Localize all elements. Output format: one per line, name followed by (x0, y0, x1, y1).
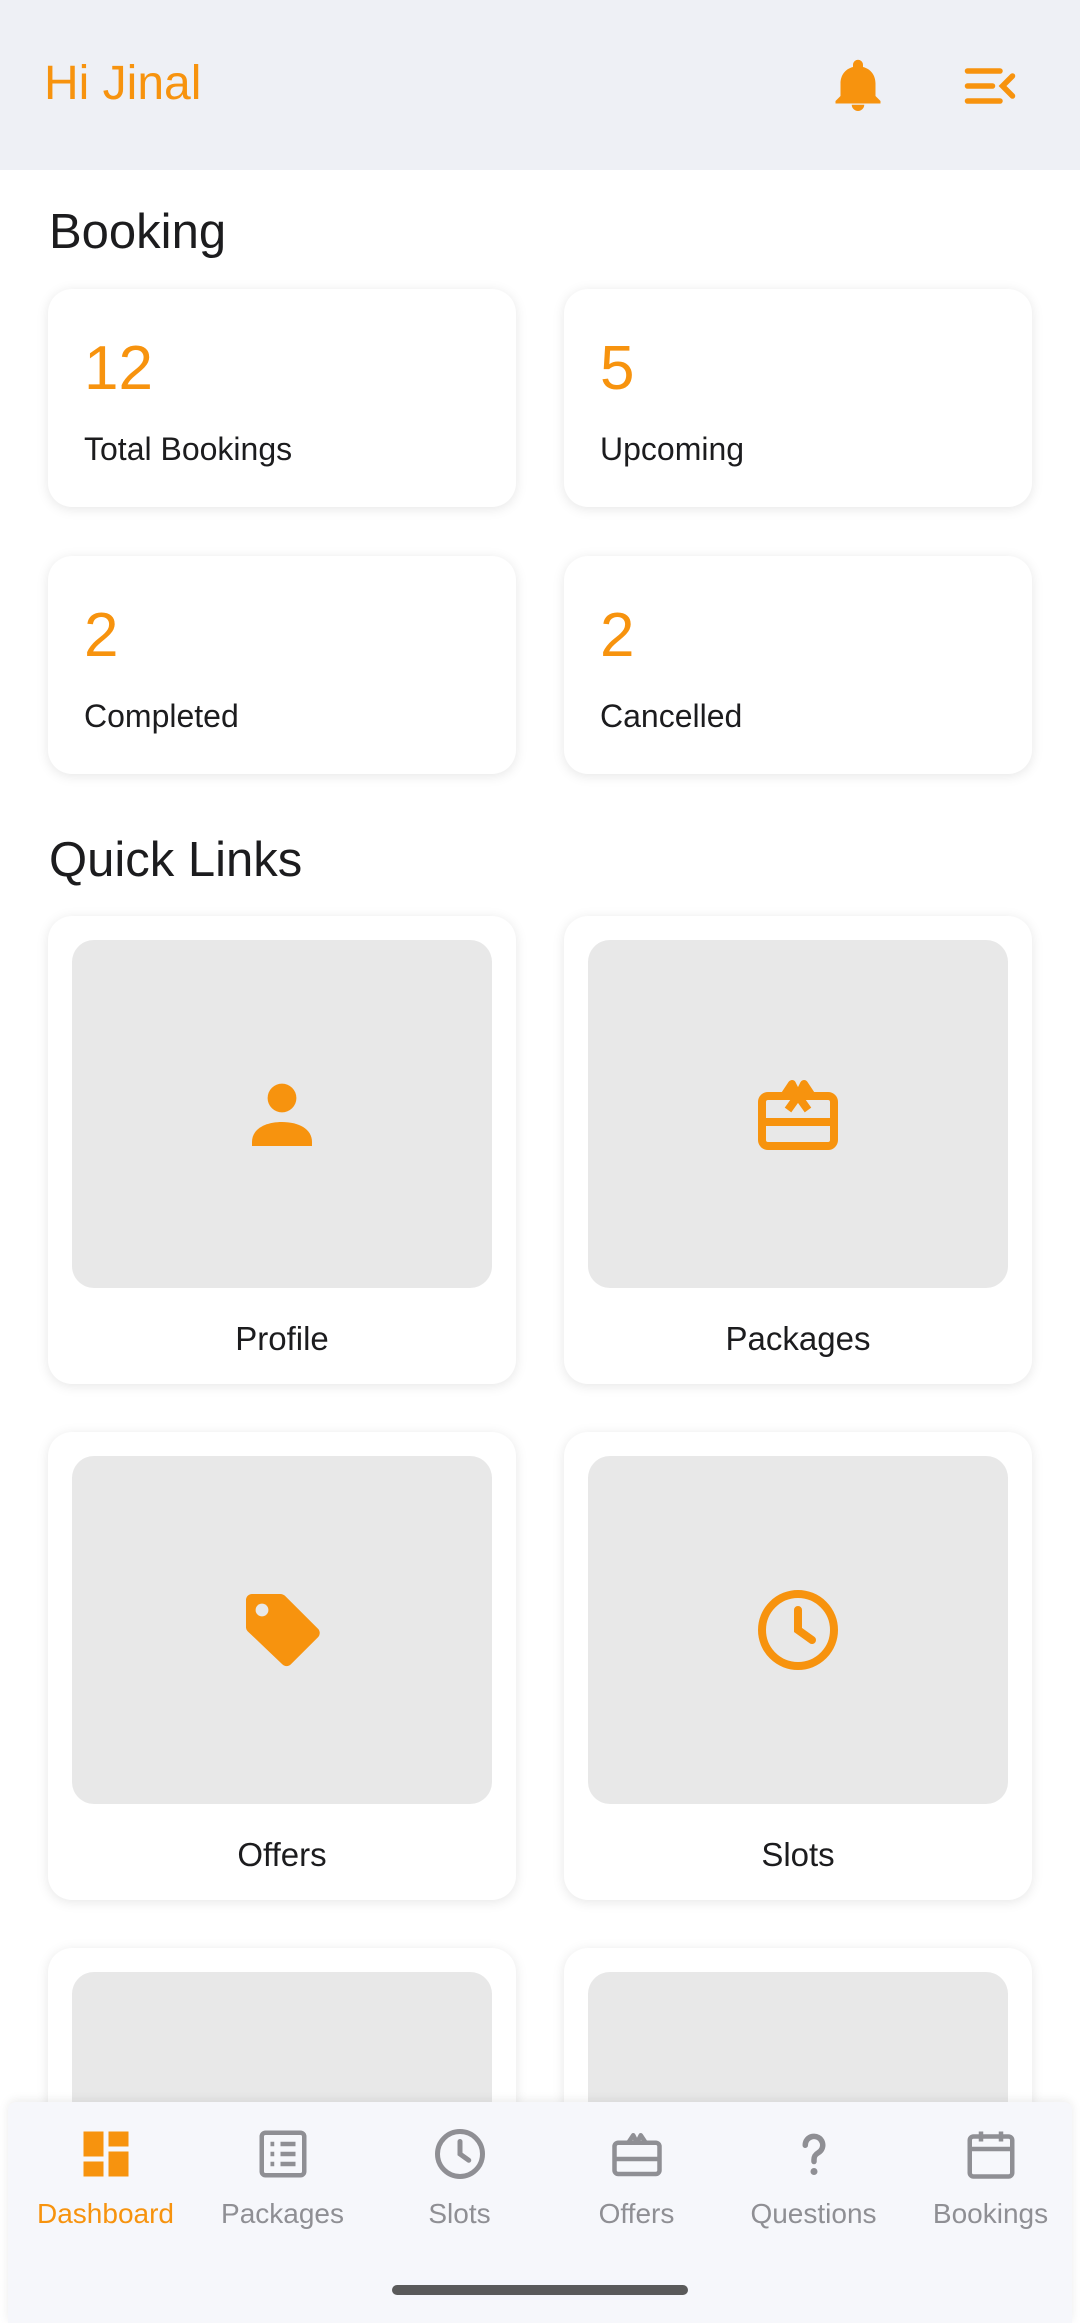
nav-item-packages[interactable]: Packages (194, 2124, 371, 2244)
clock-icon (758, 1590, 838, 1670)
quick-link-label: Offers (237, 1836, 327, 1873)
quick-link-label: Packages (725, 1320, 871, 1357)
nav-item-questions[interactable]: Questions (725, 2124, 902, 2244)
booking-section-title: Booking (49, 205, 227, 259)
quick-link-slots[interactable]: Slots (564, 1432, 1032, 1900)
gift-card-icon (611, 2133, 662, 2177)
stat-card-cancelled[interactable]: 2 Cancelled (564, 556, 1032, 774)
quick-link-profile[interactable]: Profile (48, 916, 516, 1384)
stat-value: 12 (84, 334, 153, 403)
quick-link-tile (588, 1456, 1008, 1804)
stat-label: Total Bookings (84, 431, 293, 467)
bell-icon[interactable] (828, 56, 888, 116)
nav-label: Dashboard (37, 2198, 174, 2229)
question-icon (801, 2133, 825, 2175)
app-header: Hi Jinal (0, 0, 1080, 170)
nav-item-offers[interactable]: Offers (548, 2124, 725, 2244)
nav-item-dashboard[interactable]: Dashboard (17, 2124, 194, 2244)
nav-label: Bookings (932, 2198, 1049, 2229)
greeting-text: Hi Jinal (44, 57, 202, 110)
person-icon (252, 1083, 312, 1146)
stat-label: Upcoming (600, 431, 745, 467)
gift-card-icon (758, 1080, 838, 1150)
quick-link-tile (72, 1456, 492, 1804)
list-icon (259, 2130, 306, 2178)
quick-link-packages[interactable]: Packages (564, 916, 1032, 1384)
clock-icon (434, 2129, 485, 2179)
nav-item-slots[interactable]: Slots (371, 2124, 548, 2244)
nav-label: Slots (428, 2198, 491, 2229)
stat-value: 2 (84, 601, 119, 670)
quick-link-label: Slots (761, 1836, 835, 1873)
stat-label: Completed (84, 698, 239, 734)
dashboard-icon (83, 2131, 128, 2177)
stat-card-upcoming[interactable]: 5 Upcoming (564, 289, 1032, 507)
nav-item-bookings[interactable]: Bookings (902, 2124, 1079, 2244)
home-indicator[interactable] (392, 2285, 688, 2295)
menu-collapse-icon[interactable] (960, 56, 1020, 116)
quick-link-tile (72, 940, 492, 1288)
stat-value: 5 (600, 334, 635, 403)
stat-card-completed[interactable]: 2 Completed (48, 556, 516, 774)
stat-card-total-bookings[interactable]: 12 Total Bookings (48, 289, 516, 507)
stat-label: Cancelled (600, 698, 743, 734)
nav-label: Questions (750, 2198, 877, 2229)
quick-link-offers[interactable]: Offers (48, 1432, 516, 1900)
stat-value: 2 (600, 601, 635, 670)
quick-links-section-title: Quick Links (49, 833, 303, 887)
quick-link-label: Profile (235, 1320, 329, 1357)
nav-label: Packages (221, 2198, 344, 2229)
calendar-icon (967, 2131, 1014, 2179)
tag-icon (245, 1594, 320, 1667)
quick-link-tile (588, 940, 1008, 1288)
nav-label: Offers (598, 2198, 675, 2229)
